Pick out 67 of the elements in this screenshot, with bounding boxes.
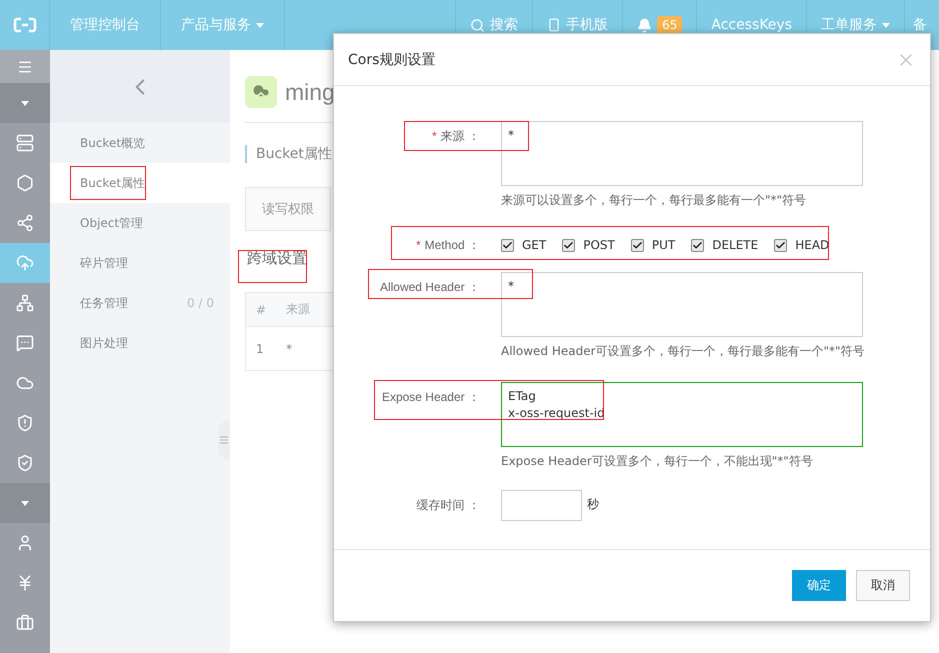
column-header: # <box>246 292 276 326</box>
checkbox[interactable] <box>630 238 644 252</box>
caret-icon <box>21 100 29 106</box>
sidebar-item-label: 图片处理 <box>80 334 128 352</box>
field-label: Expose Header ： <box>382 389 480 406</box>
notification-count: 65 <box>657 16 682 34</box>
checkbox[interactable] <box>774 238 788 252</box>
user-icon <box>16 534 34 552</box>
bag-icon <box>16 614 34 632</box>
server-icon <box>16 134 34 152</box>
cloud-icon <box>16 374 34 392</box>
hexagon-icon <box>16 174 34 192</box>
cloud-upload-icon <box>16 254 34 272</box>
text-area[interactable]: ETag x-oss-request-id <box>501 382 863 447</box>
sidebar-item-label: Bucket概览 <box>80 134 146 152</box>
caret-icon <box>21 500 29 506</box>
rail-item[interactable] <box>0 243 50 283</box>
field-label: 缓存时间 ： <box>416 497 480 514</box>
caret-icon <box>882 22 890 28</box>
sidebar-item[interactable]: Bucket属性 <box>50 163 230 203</box>
highlight-frame <box>238 250 307 283</box>
field-label: * 来源 ： <box>432 128 480 145</box>
sidebar-item-label: 任务管理 <box>80 294 128 312</box>
rail-item[interactable] <box>0 50 50 83</box>
help-text: Allowed Header可设置多个，每行一个，每行最多能有一个"*"符号 <box>501 343 863 360</box>
sidebar-item[interactable]: Bucket概览 <box>50 123 230 163</box>
help-text: Expose Header可设置多个，每行一个，不能出现"*"符号 <box>501 453 814 470</box>
confirm-button[interactable]: 确定 <box>792 570 846 601</box>
cancel-button[interactable]: 取消 <box>856 570 910 601</box>
caret-icon <box>256 22 264 28</box>
sidebar-item-label: Bucket属性 <box>80 174 146 192</box>
text-area[interactable]: * <box>501 272 863 337</box>
task-count: 0 / 0 <box>187 296 214 310</box>
sidebar-item[interactable]: 碎片管理 <box>50 243 230 283</box>
tab[interactable]: 读写权限 <box>245 187 331 231</box>
table-cell: * <box>276 326 354 370</box>
text-area[interactable]: * <box>501 121 863 186</box>
message-icon <box>16 334 34 352</box>
checkbox[interactable] <box>501 238 514 252</box>
table-cell: 1 <box>246 326 276 370</box>
sidebar-item[interactable]: Object管理 <box>50 203 230 243</box>
sidebar-item[interactable]: 任务管理 0 / 0 <box>50 283 230 323</box>
dialog-title: Cors规则设置 <box>348 50 436 68</box>
bucket-logo-icon <box>245 76 277 108</box>
field-label: * Method ： <box>416 236 480 254</box>
nodes-icon <box>16 214 34 232</box>
shield-icon <box>16 414 34 432</box>
collapse-handle[interactable] <box>218 420 230 460</box>
method-checkbox[interactable]: PUT <box>630 238 676 252</box>
subsection-title: 跨域设置 <box>246 249 308 268</box>
help-text: 来源可以设置多个，每行一个，每行最多能有一个"*"符号 <box>501 192 808 209</box>
method-checkbox[interactable]: POST <box>562 238 615 252</box>
checkbox[interactable] <box>691 238 704 252</box>
sidebar-item-label: 碎片管理 <box>80 254 128 272</box>
method-checkbox[interactable]: GET <box>501 238 546 252</box>
network-icon <box>16 294 34 312</box>
sidebar-item[interactable]: 图片处理 <box>50 323 230 363</box>
bucket-name: ming <box>285 78 335 106</box>
unit-label: 秒 <box>587 496 599 513</box>
method-checkbox[interactable]: DELETE <box>691 238 758 252</box>
checkbox[interactable] <box>562 238 576 252</box>
shield-check-icon <box>16 454 34 472</box>
field-label: Allowed Header ： <box>380 279 480 296</box>
method-checkbox[interactable]: HEAD <box>774 238 830 252</box>
menu-icon <box>17 58 33 74</box>
sidebar-item-label: Object管理 <box>80 214 144 232</box>
cache-time-field[interactable] <box>501 490 582 521</box>
